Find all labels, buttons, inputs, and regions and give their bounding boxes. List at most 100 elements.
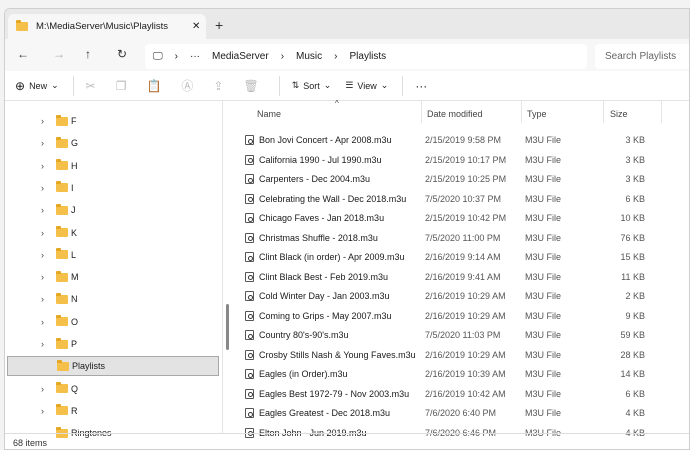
paste-icon[interactable]: 📋 — [146, 79, 161, 93]
file-row[interactable]: Eagles (in Order).m3u2/16/2019 10:39 AMM… — [245, 365, 665, 383]
file-size: 3 KB — [585, 174, 645, 184]
refresh-button[interactable]: ↻ — [117, 47, 127, 61]
column-divider[interactable] — [603, 101, 604, 123]
share-icon[interactable]: ⇪ — [213, 79, 223, 93]
tab-playlists[interactable]: M:\MediaServer\Music\Playlists ✕ — [8, 14, 206, 39]
chevron-right-icon[interactable]: › — [41, 161, 44, 171]
file-size: 76 KB — [585, 233, 645, 243]
chevron-right-icon[interactable]: › — [41, 384, 44, 394]
nav-item-q[interactable]: ›Q — [7, 379, 219, 399]
delete-icon[interactable]: 🗑 — [243, 79, 258, 93]
file-type: M3U File — [525, 408, 561, 418]
nav-item-playlists[interactable]: Playlists — [7, 356, 219, 376]
chevron-right-icon[interactable]: › — [41, 272, 44, 282]
file-list: Name ^ Date modified Type Size Bon Jovi … — [227, 101, 689, 433]
chevron-right-icon[interactable]: › — [41, 339, 44, 349]
nav-item-n[interactable]: ›N — [7, 289, 219, 309]
file-date: 2/16/2019 10:29 AM — [425, 291, 506, 301]
up-button[interactable]: ↑ — [85, 47, 91, 61]
more-locations-button[interactable]: ··· — [190, 51, 200, 62]
m3u-file-icon — [245, 311, 254, 321]
file-row[interactable]: Crosby Stills Nash & Young Faves.m3u2/16… — [245, 346, 665, 364]
chevron-right-icon[interactable]: › — [41, 228, 44, 238]
copy-icon[interactable]: ❐ — [116, 79, 127, 93]
column-divider[interactable] — [421, 101, 422, 123]
chevron-right-icon[interactable]: › — [41, 250, 44, 260]
nav-item-i[interactable]: ›I — [7, 178, 219, 198]
file-name: Bon Jovi Concert - Apr 2008.m3u — [259, 135, 427, 145]
address-bar[interactable]: 🖵 › ··· MediaServer › Music › Playlists — [145, 44, 587, 69]
file-row[interactable]: California 1990 - Jul 1990.m3u2/15/2019 … — [245, 151, 665, 169]
nav-item-label: K — [71, 228, 77, 238]
file-row[interactable]: Clint Black Best - Feb 2019.m3u2/16/2019… — [245, 268, 665, 286]
back-button[interactable]: ← — [17, 47, 29, 61]
column-divider[interactable] — [521, 101, 522, 123]
file-size: 2 KB — [585, 291, 645, 301]
column-header-size[interactable]: Size — [610, 109, 628, 119]
chevron-right-icon[interactable]: › — [41, 406, 44, 416]
sort-button[interactable]: ⇅Sort⌄ — [292, 80, 332, 91]
file-row[interactable]: Cold Winter Day - Jan 2003.m3u2/16/2019 … — [245, 287, 665, 305]
nav-item-l[interactable]: ›L — [7, 245, 219, 265]
nav-item-j[interactable]: ›J — [7, 200, 219, 220]
chevron-right-icon[interactable]: › — [41, 116, 44, 126]
breadcrumb-playlists[interactable]: Playlists — [350, 51, 387, 62]
forward-button[interactable]: → — [53, 47, 65, 61]
view-button[interactable]: ☰View⌄ — [345, 80, 388, 91]
nav-item-r[interactable]: ›R — [7, 401, 219, 421]
chevron-right-icon[interactable]: › — [41, 183, 44, 193]
file-date: 7/5/2020 11:03 PM — [425, 330, 500, 340]
m3u-file-icon — [245, 155, 254, 165]
file-row[interactable]: Bon Jovi Concert - Apr 2008.m3u2/15/2019… — [245, 131, 665, 149]
breadcrumb-music[interactable]: Music — [296, 51, 322, 62]
file-name: Carpenters - Dec 2004.m3u — [259, 174, 427, 184]
m3u-file-icon — [245, 135, 254, 145]
column-header-name[interactable]: Name — [257, 109, 281, 119]
nav-item-label: M — [71, 272, 79, 282]
file-row[interactable]: Celebrating the Wall - Dec 2018.m3u7/5/2… — [245, 190, 665, 208]
breadcrumb-mediaserver[interactable]: MediaServer — [212, 51, 269, 62]
file-row[interactable]: Christmas Shuffle - 2018.m3u7/5/2020 11:… — [245, 229, 665, 247]
file-row[interactable]: Carpenters - Dec 2004.m3u2/15/2019 10:25… — [245, 170, 665, 188]
column-divider[interactable] — [661, 101, 662, 123]
m3u-file-icon — [245, 389, 254, 399]
file-row[interactable]: Clint Black (in order) - Apr 2009.m3u2/1… — [245, 248, 665, 266]
cut-icon[interactable]: ✂ — [86, 79, 96, 93]
close-tab-icon[interactable]: ✕ — [192, 21, 200, 32]
more-options-button[interactable]: ··· — [415, 79, 427, 93]
nav-item-g[interactable]: ›G — [7, 133, 219, 153]
file-row[interactable]: Coming to Grips - May 2007.m3u2/16/2019 … — [245, 307, 665, 325]
nav-item-label: Playlists — [72, 361, 105, 371]
nav-item-f[interactable]: ›F — [7, 111, 219, 131]
file-type: M3U File — [525, 252, 561, 262]
m3u-file-icon — [245, 408, 254, 418]
nav-item-k[interactable]: ›K — [7, 223, 219, 243]
folder-icon — [56, 340, 68, 349]
file-type: M3U File — [525, 369, 561, 379]
chevron-right-icon[interactable]: › — [41, 294, 44, 304]
file-row[interactable]: Country 80's-90's.m3u7/5/2020 11:03 PMM3… — [245, 326, 665, 344]
chevron-right-icon[interactable]: › — [41, 205, 44, 215]
nav-item-o[interactable]: ›O — [7, 312, 219, 332]
file-name: Coming to Grips - May 2007.m3u — [259, 311, 427, 321]
rename-icon[interactable]: Ⓐ — [181, 77, 193, 94]
file-row[interactable]: Chicago Faves - Jan 2018.m3u2/15/2019 10… — [245, 209, 665, 227]
file-type: M3U File — [525, 291, 561, 301]
chevron-right-icon[interactable]: › — [41, 317, 44, 327]
command-bar: ⊕New⌄ ✂ ❐ 📋 Ⓐ ⇪ 🗑 ⇅Sort⌄ ☰View⌄ ··· — [5, 71, 689, 101]
new-button[interactable]: ⊕New⌄ — [15, 79, 59, 93]
column-header-date[interactable]: Date modified — [427, 109, 483, 119]
nav-item-h[interactable]: ›H — [7, 156, 219, 176]
chevron-right-icon[interactable]: › — [41, 138, 44, 148]
file-type: M3U File — [525, 350, 561, 360]
file-row[interactable]: Eagles Best 1972-79 - Nov 2003.m3u2/16/2… — [245, 385, 665, 403]
search-input[interactable]: Search Playlists — [595, 44, 690, 69]
new-tab-button[interactable]: + — [215, 17, 223, 33]
nav-item-m[interactable]: ›M — [7, 267, 219, 287]
chevron-down-icon: ⌄ — [381, 80, 389, 91]
nav-item-p[interactable]: ›P — [7, 334, 219, 354]
file-row[interactable]: Eagles Greatest - Dec 2018.m3u7/6/2020 6… — [245, 404, 665, 422]
column-header-type[interactable]: Type — [527, 109, 547, 119]
nav-item-label: I — [71, 183, 74, 193]
m3u-file-icon — [245, 174, 254, 184]
